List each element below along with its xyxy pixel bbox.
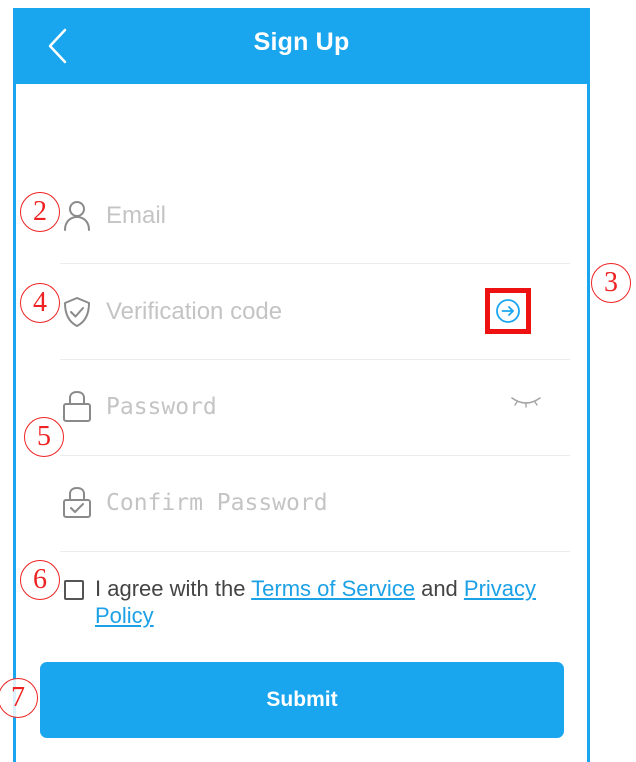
page-title: Sign Up — [253, 28, 350, 56]
lock-icon — [63, 390, 91, 422]
agree-checkbox[interactable] — [64, 580, 84, 600]
lock-check-icon — [63, 486, 91, 518]
user-icon — [64, 201, 90, 231]
password-input[interactable] — [106, 387, 496, 427]
annotation-marker-3: 3 — [591, 263, 631, 303]
toggle-password-visibility[interactable] — [508, 390, 544, 414]
verification-row — [60, 264, 570, 360]
eye-closed-icon — [511, 397, 541, 408]
agreement-prefix: I agree with the — [95, 576, 252, 601]
agreement-text: I agree with the Terms of Service and Pr… — [95, 575, 565, 629]
annotation-marker-2: 2 — [20, 192, 60, 232]
email-input[interactable] — [106, 196, 496, 236]
terms-of-service-link[interactable]: Terms of Service — [251, 576, 415, 601]
arrow-right-circle-icon — [496, 299, 520, 323]
agreement-conjunction: and — [414, 576, 464, 601]
confirm-password-input[interactable] — [106, 483, 496, 523]
verification-code-input[interactable] — [106, 292, 496, 332]
email-row — [60, 168, 570, 264]
send-code-button[interactable] — [485, 288, 531, 334]
confirm-password-row — [60, 456, 570, 552]
app-header: Sign Up — [13, 8, 590, 84]
shield-check-icon — [64, 297, 90, 327]
password-row — [60, 360, 570, 456]
annotation-marker-4: 4 — [20, 283, 60, 323]
submit-button[interactable]: Submit — [40, 662, 564, 738]
annotation-marker-6: 6 — [20, 560, 60, 600]
annotation-marker-5: 5 — [24, 417, 64, 457]
